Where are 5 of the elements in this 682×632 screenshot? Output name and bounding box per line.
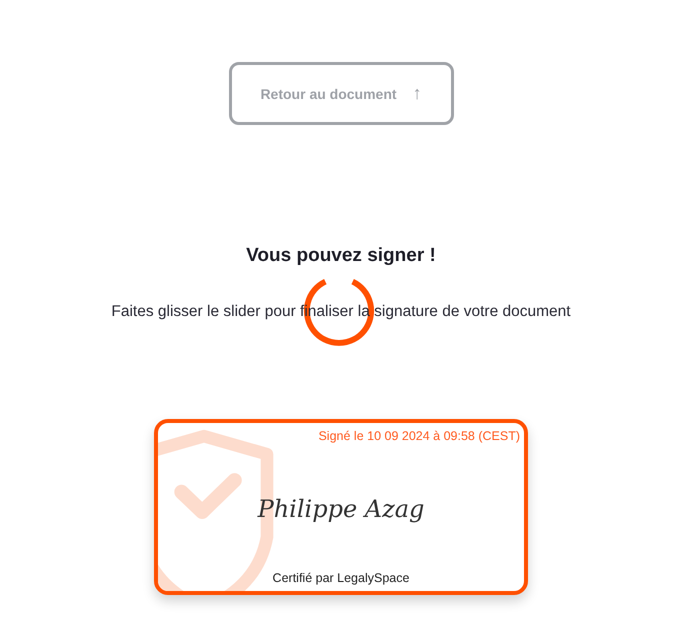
heading: Vous pouvez signer ! — [246, 245, 436, 267]
signature-date: Signé le 10 09 2024 à 09:58 (CEST) — [318, 429, 520, 443]
certification-text: Certifié par LegalySpace — [272, 571, 410, 585]
back-button[interactable]: Retour au document ↑ — [228, 62, 454, 125]
signature-name: Philippe Azag — [258, 495, 424, 523]
